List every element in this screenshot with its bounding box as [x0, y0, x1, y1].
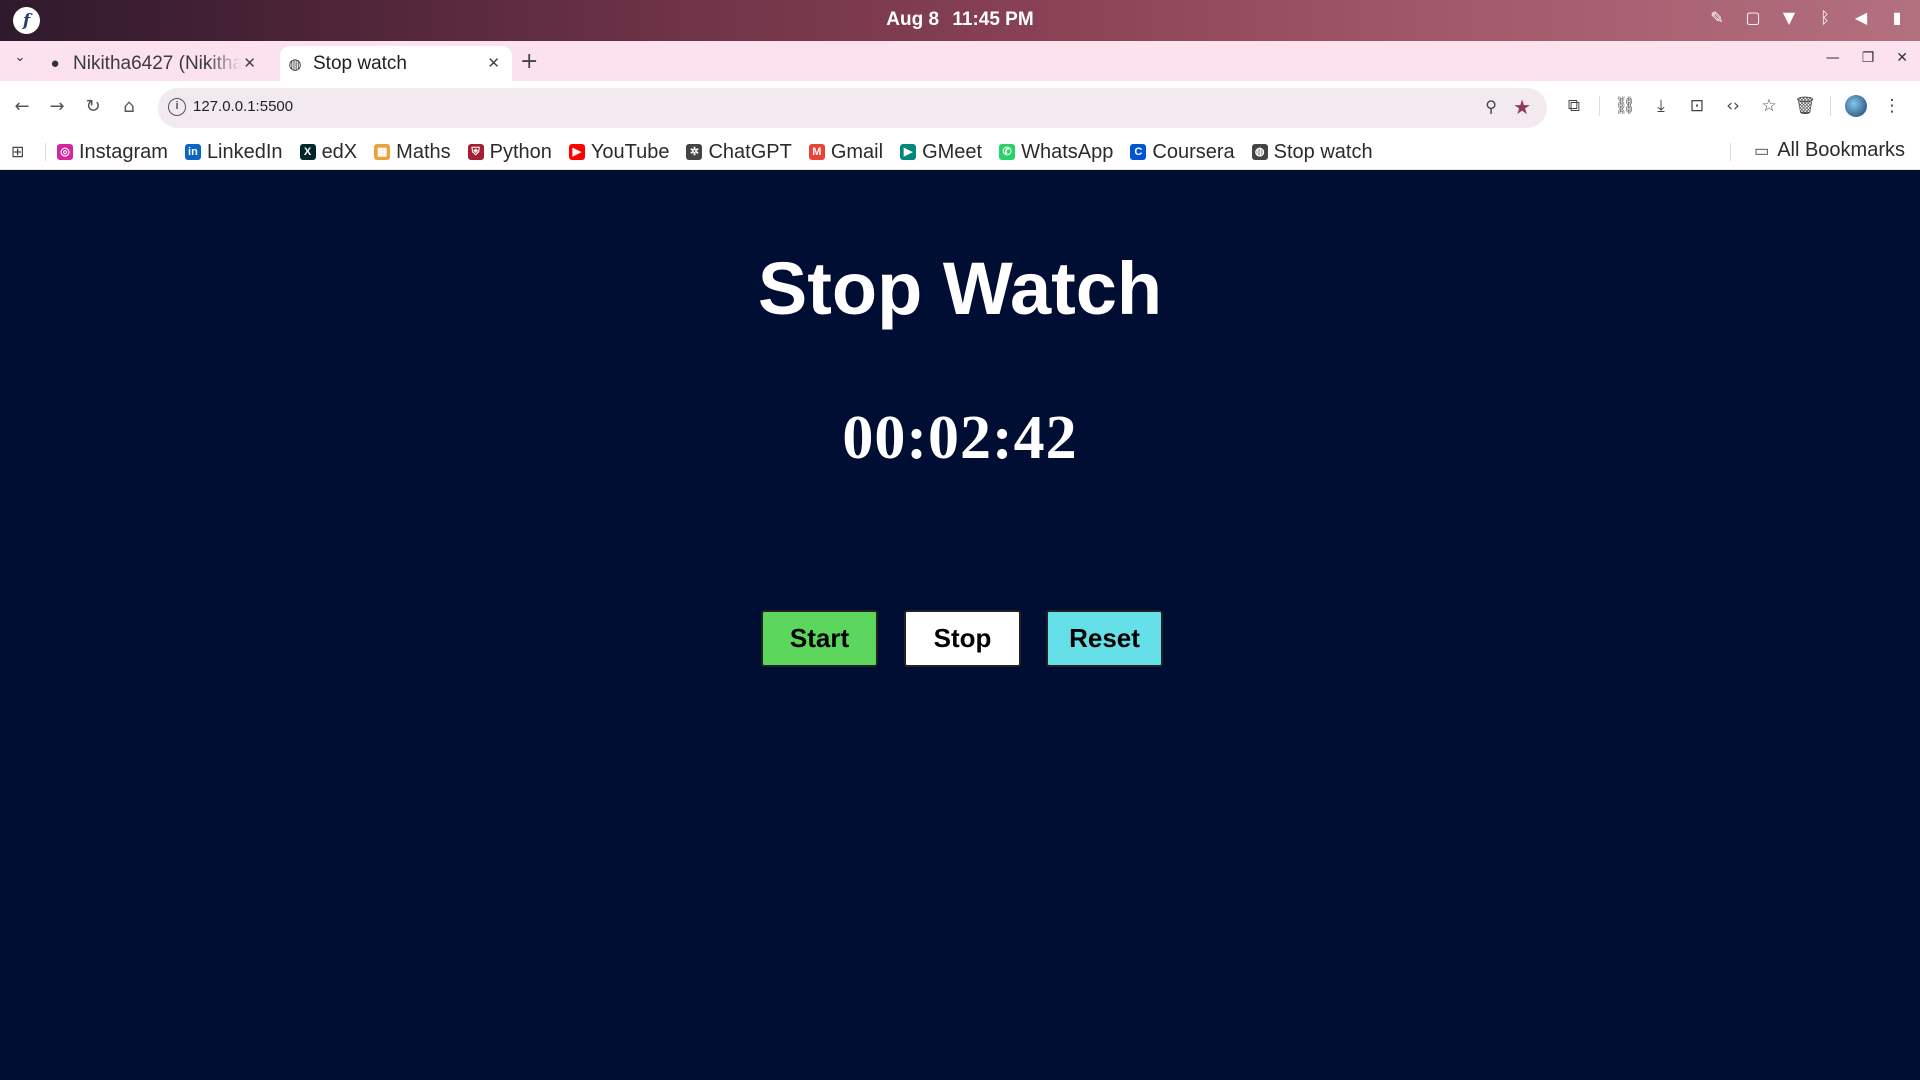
bookmark-edx[interactable]: XedX	[299, 139, 358, 165]
tab-github[interactable]: ● Nikitha6427 (Nikitha) ✕	[46, 46, 268, 81]
apps-grid-icon[interactable]: ⊞	[11, 142, 24, 161]
tab-close-icon[interactable]: ✕	[243, 54, 256, 72]
gmeet-icon: ▶	[900, 144, 917, 160]
extensions-puzzle-icon[interactable]: ⧉	[1563, 96, 1585, 116]
edx-icon: X	[299, 144, 316, 160]
tab-title: Nikitha6427 (Nikitha)	[73, 52, 241, 74]
gmail-icon: M	[808, 144, 825, 160]
time-display: 00:02:42	[842, 404, 1078, 472]
download-icon[interactable]: ⤓	[1650, 96, 1672, 116]
os-date: Aug 8	[886, 9, 940, 30]
globe-icon: ◍	[288, 55, 302, 73]
bookmark-label: Instagram	[79, 140, 168, 163]
window-controls: — ❐ ✕	[1826, 50, 1908, 66]
toolbar-divider	[1830, 96, 1831, 116]
youtube-icon: ▶	[568, 144, 585, 160]
reset-button[interactable]: Reset	[1046, 610, 1163, 667]
bookmark-python[interactable]: ⛨ Python	[467, 139, 552, 165]
globe-icon: ◍	[1251, 144, 1268, 160]
stop-button[interactable]: Stop	[904, 610, 1021, 667]
address-bar[interactable]: i 127.0.0.1:5500 ⚲ ★	[158, 88, 1547, 128]
linkedin-icon: in	[184, 144, 201, 160]
bookmark-label: Stop watch	[1273, 140, 1373, 163]
code-icon[interactable]: ‹›	[1722, 96, 1744, 116]
whatsapp-icon: ✆	[999, 144, 1016, 160]
bookmarks-divider	[45, 143, 46, 161]
bookmark-linkedin[interactable]: in LinkedIn	[184, 139, 283, 165]
bookmark-star-icon[interactable]: ★	[1513, 95, 1531, 119]
battery-icon[interactable]: ▮	[1888, 8, 1906, 27]
bookmark-label: Coursera	[1152, 140, 1235, 163]
bookmark-label: Maths	[396, 140, 451, 163]
minimize-icon[interactable]: —	[1826, 50, 1840, 66]
page-title: Stop Watch	[757, 247, 1163, 330]
bookmark-label: Python	[489, 140, 552, 163]
browser-toolbar: ← → ↻ ⌂ i 127.0.0.1:5500 ⚲ ★ ⧉ ⛓ ⤓ ⊡ ‹› …	[0, 81, 1920, 134]
tab-close-icon[interactable]: ✕	[487, 54, 500, 72]
trash-icon[interactable]: 🗑	[1794, 96, 1816, 116]
os-time: 11:45 PM	[952, 9, 1034, 30]
home-icon[interactable]: ⌂	[118, 96, 140, 117]
bookmark-maths[interactable]: ▦ Maths	[374, 139, 451, 165]
bookmark-stop-watch[interactable]: ◍ Stop watch	[1251, 139, 1373, 165]
bookmarks-divider	[1730, 143, 1731, 161]
bookmark-gmeet[interactable]: ▶ GMeet	[900, 139, 982, 165]
bookmark-coursera[interactable]: C Coursera	[1130, 139, 1235, 165]
close-window-icon[interactable]: ✕	[1896, 50, 1908, 66]
system-tray: ✎ ▢ ▼ ᛒ ◀ ▮	[1708, 8, 1906, 27]
bookmark-label: GMeet	[922, 140, 983, 163]
github-icon: ●	[50, 54, 60, 72]
tab-strip: ⌄ ● Nikitha6427 (Nikitha) ✕ ◍ Stop watch…	[0, 41, 1920, 81]
bookmark-label: WhatsApp	[1021, 140, 1114, 163]
python-shield-icon: ⛨	[467, 144, 484, 160]
bookmark-label: LinkedIn	[206, 140, 283, 163]
bookmark-chatgpt[interactable]: ✲ ChatGPT	[686, 139, 792, 165]
site-info-icon[interactable]: i	[168, 98, 186, 116]
start-button[interactable]: Start	[761, 610, 878, 667]
coursera-icon: C	[1130, 144, 1147, 160]
restore-icon[interactable]: ❐	[1862, 50, 1875, 66]
profile-avatar[interactable]	[1845, 95, 1867, 117]
toolbar-divider	[1599, 96, 1600, 116]
bookmark-label: Gmail	[830, 140, 884, 163]
zoom-icon[interactable]: ⚲	[1485, 97, 1497, 116]
bookmark-label: ChatGPT	[708, 140, 792, 163]
bookmark-list: ◎ Instagram in LinkedIn XedX ▦ Maths ⛨ Python ▶ Yo…	[57, 139, 1373, 165]
maths-icon: ▦	[374, 144, 391, 160]
toolbar-actions: ⧉ ⛓ ⤓ ⊡ ‹› ☆ 🗑 ⋮	[1563, 95, 1903, 117]
tab-stop-watch[interactable]: ◍ Stop watch ✕	[280, 46, 512, 81]
volume-icon[interactable]: ◀	[1852, 8, 1870, 27]
kebab-menu-icon[interactable]: ⋮	[1881, 96, 1903, 116]
chatgpt-icon: ✲	[686, 144, 703, 160]
back-arrow-icon[interactable]: ←	[11, 96, 33, 117]
bluetooth-icon[interactable]: ᛒ	[1816, 8, 1834, 27]
folder-icon: ▭	[1754, 142, 1770, 160]
bookmark-youtube[interactable]: ▶ YouTube	[568, 139, 670, 165]
all-bookmarks-button[interactable]: ▭ All Bookmarks	[1754, 139, 1905, 162]
bookmark-whatsapp[interactable]: ✆ WhatsApp	[999, 139, 1113, 165]
bookmark-label: YouTube	[590, 140, 670, 163]
url-text[interactable]: 127.0.0.1:5500	[193, 98, 293, 115]
all-bookmarks-label: All Bookmarks	[1777, 139, 1905, 161]
bookmarks-bar: ⊞ ◎ Instagram in LinkedIn XedX ▦ Maths ⛨ Python ▶…	[0, 134, 1920, 170]
favorites-star-icon[interactable]: ☆	[1758, 96, 1780, 116]
bookmark-gmail[interactable]: M Gmail	[808, 139, 884, 165]
instagram-icon: ◎	[57, 144, 73, 160]
bookmark-instagram[interactable]: ◎ Instagram	[57, 139, 168, 165]
color-picker-icon[interactable]: ✎	[1708, 8, 1726, 27]
link-icon[interactable]: ⛓	[1614, 96, 1636, 116]
tab-title: Stop watch	[313, 52, 407, 74]
os-top-bar: f Aug 8 11:45 PM ✎ ▢ ▼ ᛒ ◀ ▮	[0, 0, 1920, 41]
reload-icon[interactable]: ↻	[82, 96, 104, 117]
screenshot-icon[interactable]: ⊡	[1686, 96, 1708, 116]
tab-search-chevron-icon[interactable]: ⌄	[10, 50, 30, 70]
stopwatch-page: Stop Watch 00:02:42 Start Stop Reset	[0, 170, 1920, 1080]
wifi-icon[interactable]: ▼	[1780, 8, 1798, 27]
forward-arrow-icon[interactable]: →	[46, 96, 68, 117]
bookmark-label: edX	[321, 140, 358, 163]
os-clock[interactable]: Aug 8 11:45 PM	[0, 9, 1920, 31]
clipboard-icon[interactable]: ▢	[1744, 8, 1762, 27]
new-tab-plus-icon[interactable]: +	[520, 49, 538, 74]
